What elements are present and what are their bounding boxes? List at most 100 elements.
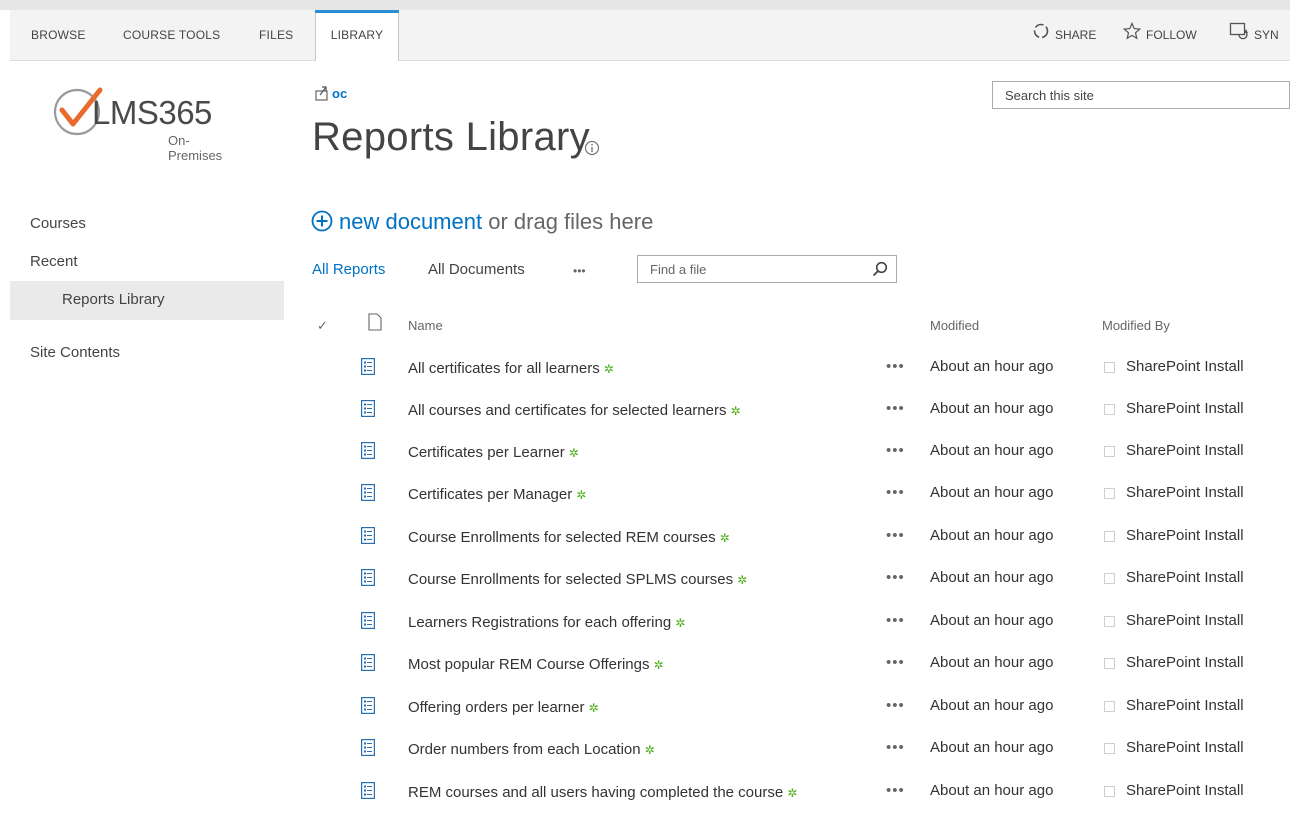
report-file-icon[interactable] [361,739,376,761]
header-name[interactable]: Name [408,318,443,333]
modified-by-user[interactable]: SharePoint Install [1126,739,1244,756]
logo-subtitle: On-Premises [168,133,223,163]
report-file-icon[interactable] [361,654,376,676]
table-row[interactable]: Learners Registrations for each offering… [300,600,1290,642]
file-type-header-icon[interactable] [368,313,382,334]
nav-item-courses[interactable]: Courses [10,215,285,237]
report-file-icon[interactable] [361,358,376,380]
modified-by-user[interactable]: SharePoint Install [1126,358,1244,375]
row-menu-button[interactable]: ••• [886,782,905,799]
row-menu-button[interactable]: ••• [886,739,905,756]
file-name-link[interactable]: All certificates for all learners ✲ [408,358,828,380]
table-row[interactable]: Course Enrollments for selected REM cour… [300,515,1290,557]
site-logo[interactable]: LMS365 On-Premises [40,78,240,168]
nav-item-reports-library[interactable]: Reports Library [10,281,284,320]
table-row[interactable]: All certificates for all learners ✲ ••• Abo… [300,346,1290,388]
table-row[interactable]: Order numbers from each Location ✲ ••• Abou… [300,727,1290,769]
modified-by-user[interactable]: SharePoint Install [1126,442,1244,459]
row-menu-button[interactable]: ••• [886,358,905,375]
select-all-check[interactable]: ✓ [317,318,328,334]
presence-indicator [1104,743,1115,754]
report-file-icon[interactable] [361,400,376,422]
tab-course-tools[interactable]: COURSE TOOLS [123,10,220,60]
table-row[interactable]: REM courses and all users having complet… [300,770,1290,812]
presence-indicator [1104,616,1115,627]
report-file-icon[interactable] [361,612,376,634]
table-row[interactable]: Offering orders per learner ✲ ••• About an … [300,685,1290,727]
share-button[interactable]: SHARE [1032,10,1096,60]
view-all-documents[interactable]: All Documents [428,261,525,278]
view-all-reports[interactable]: All Reports [312,261,385,278]
row-menu-button[interactable]: ••• [886,527,905,544]
tab-browse[interactable]: BROWSE [31,10,86,60]
modified-by-user[interactable]: SharePoint Install [1126,782,1244,799]
file-name-link[interactable]: Offering orders per learner ✲ [408,697,828,719]
new-document-link[interactable]: new document [339,209,482,234]
report-file-icon[interactable] [361,527,376,549]
tab-files[interactable]: FILES [259,10,293,60]
row-menu-button[interactable]: ••• [886,569,905,586]
modified-by-user[interactable]: SharePoint Install [1126,527,1244,544]
modified-by-user[interactable]: SharePoint Install [1126,484,1244,501]
file-name-link[interactable]: Certificates per Learner ✲ [408,442,828,464]
row-menu-button[interactable]: ••• [886,654,905,671]
row-menu-button[interactable]: ••• [886,400,905,417]
file-name-link[interactable]: Course Enrollments for selected REM cour… [408,527,828,549]
modified-by-user[interactable]: SharePoint Install [1126,654,1244,671]
breadcrumb[interactable]: oc [314,85,347,101]
new-item-icon: ✲ [737,573,748,587]
row-menu-button[interactable]: ••• [886,442,905,459]
report-file-icon[interactable] [361,569,376,591]
report-file-icon[interactable] [361,697,376,719]
table-row[interactable]: Certificates per Learner ✲ ••• About an hou… [300,430,1290,472]
presence-indicator [1104,658,1115,669]
modified-by-user[interactable]: SharePoint Install [1126,400,1244,417]
table-row[interactable]: All courses and certificates for selecte… [300,388,1290,430]
file-name: Most popular REM Course Offerings [408,656,650,673]
file-name: Certificates per Learner [408,444,565,461]
find-file-input[interactable]: Find a file [637,255,897,283]
file-name: All courses and certificates for selecte… [408,402,727,419]
follow-button[interactable]: FOLLOW [1122,10,1197,60]
report-file-icon[interactable] [361,484,376,506]
sync-button[interactable]: SYN [1229,10,1279,60]
sync-icon [1229,11,1249,61]
report-file-icon[interactable] [361,442,376,464]
table-row[interactable]: Most popular REM Course Offerings ✲ ••• Abo… [300,642,1290,684]
nav-item-recent[interactable]: Recent [10,253,285,275]
table-row[interactable]: Course Enrollments for selected SPLMS co… [300,557,1290,599]
new-item-icon: ✲ [719,531,730,545]
modified-by-user[interactable]: SharePoint Install [1126,612,1244,629]
file-name: REM courses and all users having complet… [408,784,784,801]
row-menu-button[interactable]: ••• [886,484,905,501]
ribbon: BROWSE COURSE TOOLS FILES LIBRARY SHARE … [10,10,1290,61]
navigate-up-icon [315,86,328,101]
file-name-link[interactable]: Learners Registrations for each offering… [408,612,828,634]
file-name-link[interactable]: Certificates per Manager ✲ [408,484,828,506]
row-menu-button[interactable]: ••• [886,697,905,714]
header-modified-by[interactable]: Modified By [1102,318,1170,333]
more-views-button[interactable]: ••• [573,264,586,278]
add-icon[interactable] [311,210,333,238]
tab-library[interactable]: LIBRARY [315,10,399,61]
new-item-icon: ✲ [576,488,587,502]
sharepoint-page: BROWSE COURSE TOOLS FILES LIBRARY SHARE … [0,0,1290,827]
report-file-icon[interactable] [361,782,376,804]
file-name: Offering orders per learner [408,699,585,716]
file-name-link[interactable]: Most popular REM Course Offerings ✲ [408,654,828,676]
file-name-link[interactable]: REM courses and all users having complet… [408,782,828,804]
search-icon[interactable] [872,261,888,282]
file-name-link[interactable]: Course Enrollments for selected SPLMS co… [408,569,828,591]
file-name-link[interactable]: Order numbers from each Location ✲ [408,739,828,761]
search-input[interactable]: Search this site [992,81,1290,109]
file-name-link[interactable]: All courses and certificates for selecte… [408,400,828,422]
new-item-icon: ✲ [603,362,614,376]
nav-item-site-contents[interactable]: Site Contents [10,344,285,366]
header-modified[interactable]: Modified [930,318,979,333]
row-menu-button[interactable]: ••• [886,612,905,629]
modified-by-user[interactable]: SharePoint Install [1126,697,1244,714]
presence-indicator [1104,786,1115,797]
table-row[interactable]: Certificates per Manager ✲ ••• About an hou… [300,472,1290,514]
modified-by-user[interactable]: SharePoint Install [1126,569,1244,586]
info-icon[interactable] [584,140,600,161]
